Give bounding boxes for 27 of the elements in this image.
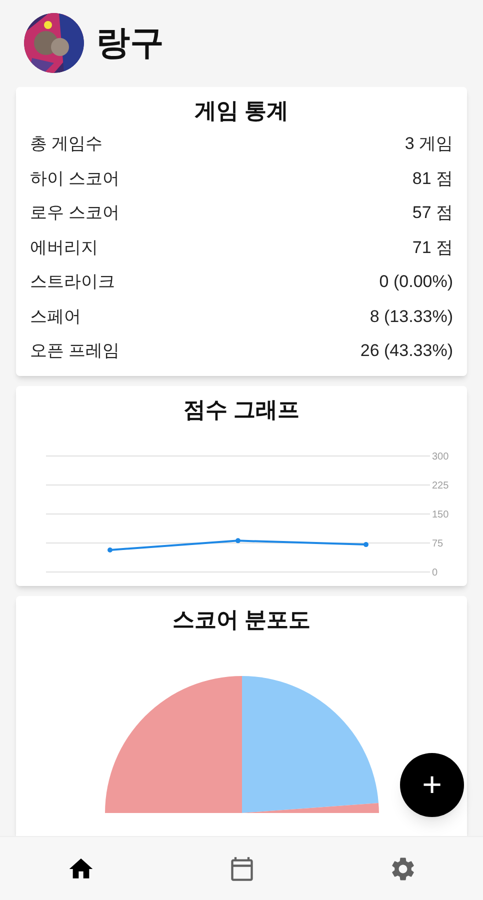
stat-label: 총 게임수	[30, 133, 103, 156]
calendar-icon	[228, 856, 254, 882]
axis-tick-label: 225	[432, 480, 448, 492]
stat-value: 26 (43.33%)	[360, 340, 453, 362]
data-point	[363, 542, 368, 548]
card-title: 점수 그래프	[183, 396, 300, 424]
axis-tick-label: 75	[432, 538, 443, 550]
stat-label: 로우 스코어	[30, 202, 120, 224]
stat-label: 하이 스코어	[30, 168, 120, 190]
stat-value: 81 점	[412, 168, 453, 190]
data-point	[107, 548, 112, 553]
data-point	[235, 538, 240, 544]
stat-label: 스페어	[30, 306, 81, 328]
card-title: 스코어 분포도	[172, 606, 311, 634]
stat-label: 오픈 프레임	[30, 340, 120, 362]
user-name: 랑구	[96, 22, 164, 64]
axis-tick-label: 0	[432, 568, 438, 579]
stat-label: 스트라이크	[30, 271, 115, 294]
axis-tick-label: 150	[432, 510, 448, 521]
stat-value: 71 점	[412, 236, 453, 259]
axis-tick-label: 300	[432, 452, 448, 463]
stat-value: 8 (13.33%)	[370, 306, 453, 328]
stat-value: 0 (0.00%)	[379, 271, 453, 294]
stat-value: 3 게임	[404, 133, 453, 156]
card-title: 게임 통계	[193, 96, 290, 125]
stat-value: 57 점	[412, 202, 453, 224]
stat-label: 에버리지	[30, 236, 98, 259]
